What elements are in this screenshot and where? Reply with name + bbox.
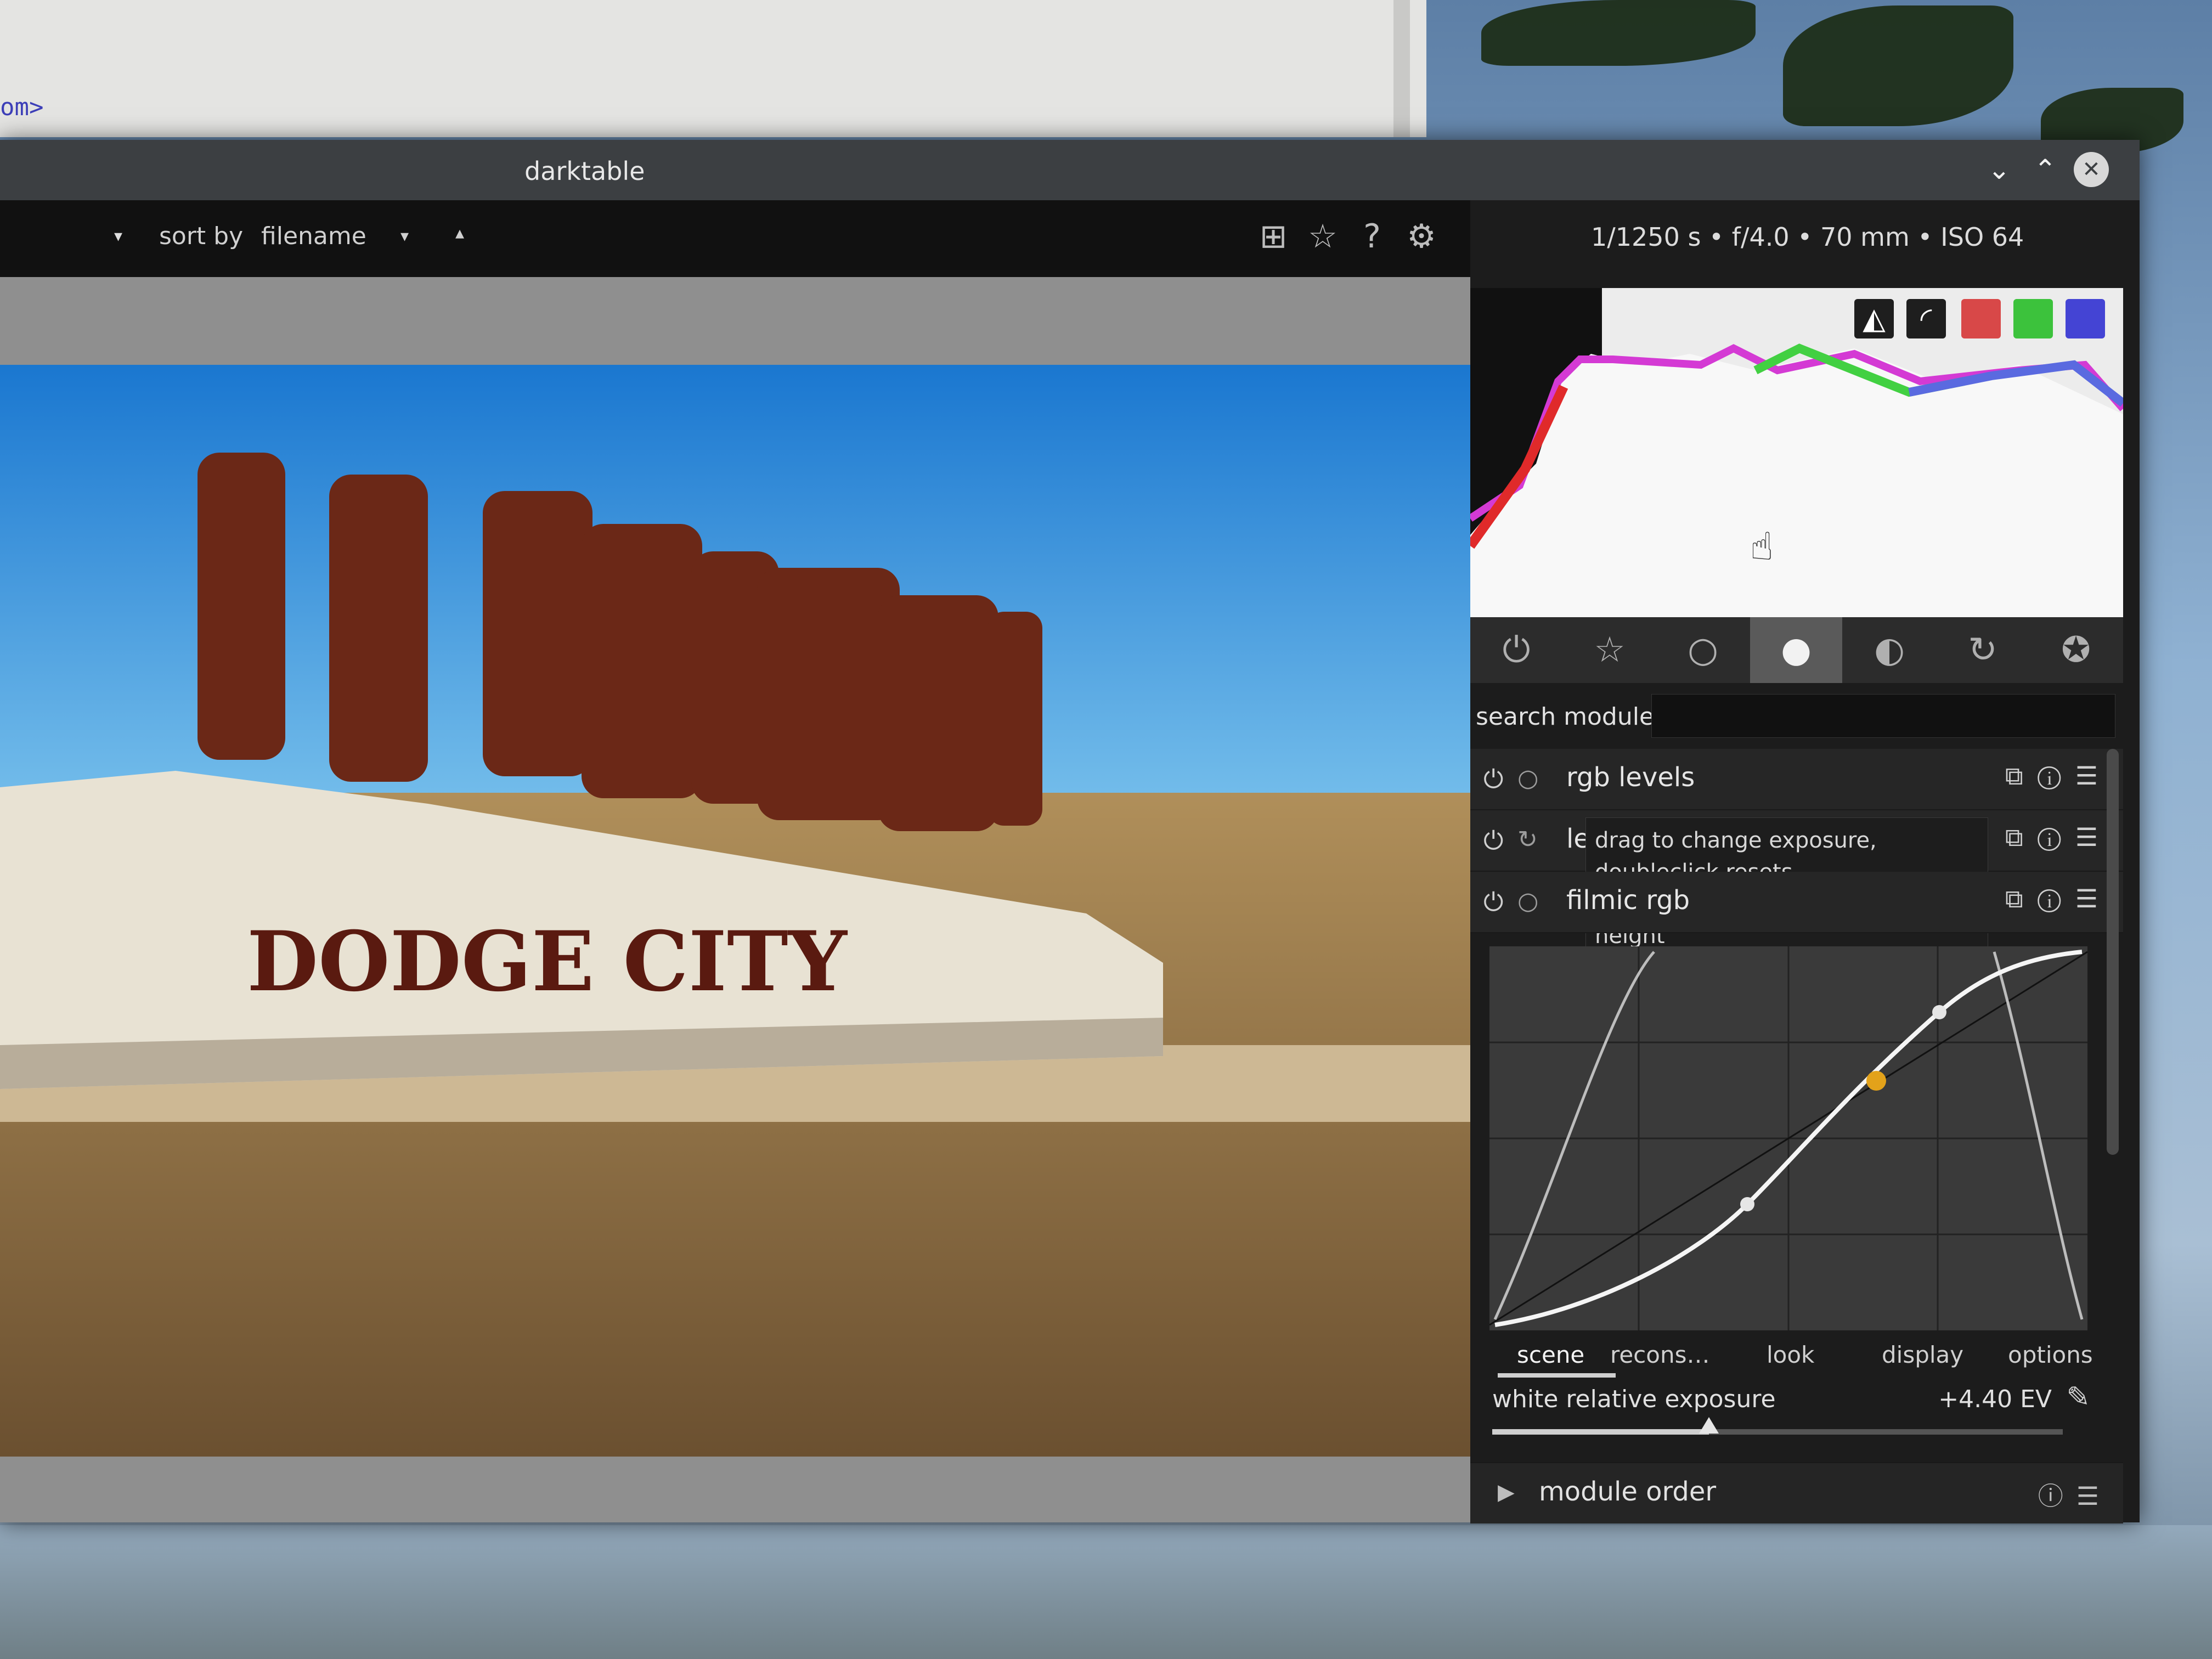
title-bar[interactable]: darktable ⌄ ⌃ ✕ (0, 140, 2140, 200)
sign-text: DODGE CITY (247, 913, 848, 1010)
group-color[interactable]: ◐ (1843, 617, 1936, 683)
slider-value[interactable]: +4.40 EV (1938, 1385, 2052, 1413)
background-editor-window: om> (0, 0, 1426, 137)
module-filmic-rgb[interactable]: ⏻ ○ filmic rgb ⧉ⓘ☰ (1470, 872, 2123, 933)
filmic-tabs: scene recons… look display options (1492, 1330, 2096, 1380)
module-rgb-levels[interactable]: ⏻ ○ rgb levels ⧉ⓘ☰ (1470, 749, 2123, 810)
module-name: filmic rgb (1566, 885, 1690, 916)
sort-by-label: sort by (159, 222, 244, 250)
minimize-button[interactable]: ⌄ (1982, 152, 2017, 187)
search-module-input[interactable] (1651, 694, 2115, 738)
blurred-foreground (0, 1525, 2212, 1659)
chevron-down-icon[interactable]: ▾ (400, 227, 409, 246)
scrollbar[interactable] (2107, 749, 2119, 1155)
module-order-section[interactable]: ▶ module order ⓘ☰ (1470, 1462, 2123, 1523)
histogram[interactable]: ◭ ◜ ☝ (1466, 288, 2126, 617)
maximize-button[interactable]: ⌃ (2028, 152, 2063, 187)
reset-icon[interactable]: ↻ (1517, 826, 1538, 854)
expand-arrow-icon[interactable]: ▶ (1498, 1480, 1515, 1505)
histogram-green-toggle[interactable] (2013, 299, 2053, 338)
group-tone[interactable]: ● (1750, 617, 1842, 683)
grouping-icon[interactable]: ⊞ (1254, 217, 1293, 256)
tab-options[interactable]: options (2008, 1341, 2093, 1368)
window-title: darktable (524, 156, 645, 186)
color-picker-icon[interactable]: ✎ (2066, 1381, 2090, 1414)
slider-track[interactable] (1492, 1417, 2063, 1435)
slider-label: white relative exposure (1492, 1385, 1776, 1413)
center-view[interactable]: DODGE CITY (0, 277, 1470, 1522)
histogram-mode-icon[interactable]: ◭ (1854, 299, 1894, 338)
chevron-down-icon[interactable]: ▾ (114, 227, 122, 246)
white-relative-exposure-slider[interactable]: white relative exposure +4.40 EV ✎ (1492, 1381, 2096, 1457)
module-group-tabs: ⏻ ☆ ○ ● ◐ ↻ ✪ (1470, 617, 2123, 683)
foliage (1783, 5, 2013, 126)
gear-icon[interactable]: ⚙ (1402, 217, 1441, 256)
module-name: rgb levels (1566, 762, 1695, 793)
star-icon[interactable]: ☆ (1303, 217, 1342, 256)
sort-direction-icon[interactable]: ▴ (455, 222, 464, 243)
module-actions-icons[interactable]: ⧉ⓘ☰ (2005, 761, 2112, 792)
filmic-curve-graph[interactable] (1489, 946, 2087, 1330)
help-icon[interactable]: ? (1352, 217, 1392, 256)
tab-scene[interactable]: scene (1517, 1341, 1584, 1368)
search-module-row: search module (1470, 689, 2123, 743)
right-panel: 1/1250 s • f/4.0 • 70 mm • ISO 64 ◭ ◜ ☝ … (1466, 200, 2140, 1523)
group-base[interactable]: ○ (1657, 617, 1749, 683)
curve-node-grey-point[interactable] (1866, 1071, 1886, 1091)
group-correct[interactable]: ↻ (1937, 617, 2029, 683)
curve-node[interactable] (1740, 1197, 1754, 1211)
instance-icon[interactable]: ○ (1517, 764, 1538, 792)
close-button[interactable]: ✕ (2074, 152, 2109, 187)
tab-reconstruct[interactable]: recons… (1610, 1341, 1709, 1368)
tab-look[interactable]: look (1767, 1341, 1814, 1368)
background-editor-divider (1393, 0, 1410, 137)
tab-display[interactable]: display (1882, 1341, 1963, 1368)
mouse-cursor-icon: ☝ (1750, 524, 1774, 569)
exif-info: 1/1250 s • f/4.0 • 70 mm • ISO 64 (1591, 222, 2024, 252)
section-label: module order (1539, 1476, 1717, 1507)
tooltip-line: drag to change exposure, (1595, 828, 1877, 853)
search-module-label: search module (1476, 703, 1655, 731)
foliage (1481, 0, 1756, 66)
histogram-red-toggle[interactable] (1961, 299, 2001, 338)
power-icon[interactable]: ⏻ (1483, 764, 1503, 795)
sort-by-dropdown[interactable]: filename (261, 222, 366, 250)
background-editor-text: om> (0, 93, 44, 121)
module-actions-icons[interactable]: ⧉ⓘ☰ (2005, 884, 2112, 915)
slider-fill (1492, 1429, 1709, 1435)
histogram-scale-icon[interactable]: ◜ (1906, 299, 1946, 338)
group-effect[interactable]: ✪ (2030, 617, 2122, 683)
slider-handle[interactable] (1699, 1417, 1719, 1434)
curve-node[interactable] (1932, 1005, 1946, 1019)
section-actions-icons[interactable]: ⓘ☰ (2038, 1476, 2112, 1513)
histogram-blue-toggle[interactable] (2066, 299, 2105, 338)
power-icon[interactable]: ⏻ (1483, 887, 1503, 918)
instance-icon[interactable]: ○ (1517, 887, 1538, 915)
group-favorites[interactable]: ☆ (1564, 617, 1656, 683)
group-active-modules[interactable]: ⏻ (1470, 617, 1562, 683)
photo-canvas[interactable]: DODGE CITY (0, 365, 1470, 1457)
power-icon[interactable]: ⏻ (1483, 826, 1503, 856)
darktable-window: darktable ⌄ ⌃ ✕ ▾ sort by filename ▾ ▴ ⊞… (0, 140, 2140, 1523)
top-toolbar: ▾ sort by filename ▾ ▴ ⊞ ☆ ? ⚙ (0, 200, 1470, 277)
module-actions-icons[interactable]: ⧉ⓘ☰ (2005, 822, 2112, 853)
active-tab-indicator (1498, 1373, 1616, 1378)
